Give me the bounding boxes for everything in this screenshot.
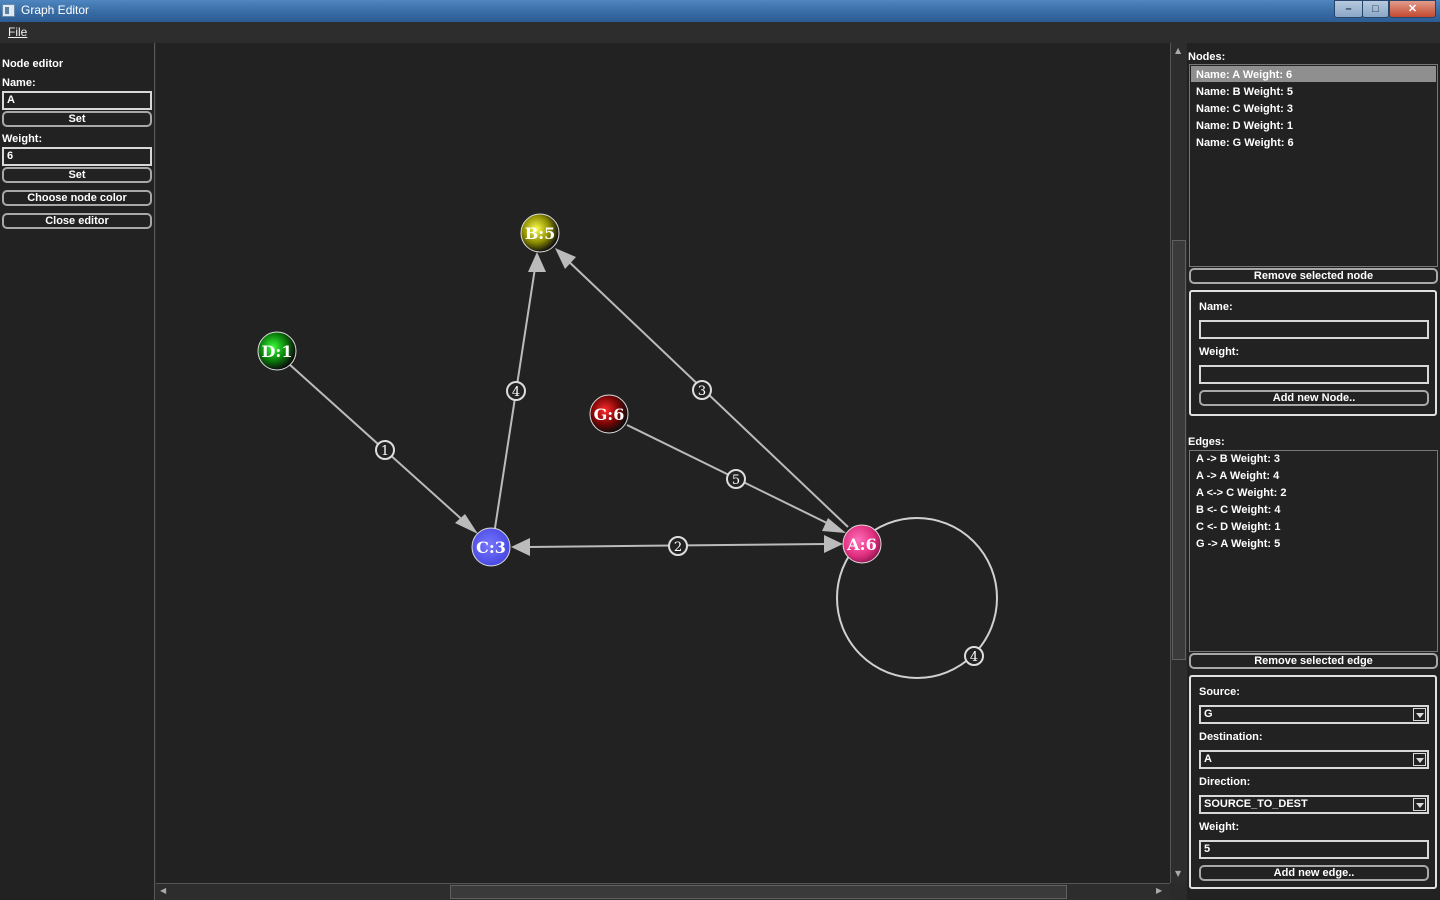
edge-weight-label: 3 — [698, 384, 706, 399]
node-weight-input[interactable]: 6 — [2, 147, 152, 166]
node-list-item[interactable]: Name: B Weight: 5 — [1196, 86, 1293, 98]
choose-node-color-button[interactable]: Choose node color — [2, 190, 152, 206]
graph-svg[interactable]: 1 4 3 5 2 4 B:5 D:1 G:6 C:3 A:6 — [156, 43, 1170, 883]
set-name-button[interactable]: Set — [2, 111, 152, 127]
scroll-right-icon[interactable]: ▶ — [1156, 886, 1162, 895]
direction-select[interactable]: SOURCE_TO_DEST — [1199, 795, 1429, 814]
source-select-value: G — [1204, 708, 1213, 720]
horizontal-scroll-thumb[interactable] — [450, 885, 1067, 899]
node-weight-label: Weight: — [2, 133, 43, 145]
destination-select[interactable]: A — [1199, 750, 1429, 769]
scroll-down-icon[interactable]: ▼ — [1175, 869, 1181, 878]
edge-weight-label: 4 — [512, 385, 520, 400]
new-node-weight-input[interactable] — [1199, 365, 1429, 384]
node-editor-heading: Node editor — [2, 58, 64, 70]
edge-list-item[interactable]: A -> B Weight: 3 — [1196, 453, 1280, 465]
remove-selected-node-button[interactable]: Remove selected node — [1189, 268, 1438, 284]
node-a[interactable]: A:6 — [842, 524, 882, 564]
chevron-down-icon[interactable] — [1413, 798, 1426, 811]
node-label: C:3 — [476, 538, 506, 557]
app-icon — [2, 4, 15, 17]
edge-list-item[interactable]: A <-> C Weight: 2 — [1196, 487, 1286, 499]
add-edge-form: Source: G Destination: A Direction: SOUR… — [1189, 675, 1437, 889]
maximize-button[interactable]: □ — [1362, 0, 1389, 18]
edges-list[interactable]: A -> B Weight: 3 A -> A Weight: 4 A <-> … — [1189, 450, 1438, 652]
canvas-horizontal-scrollbar[interactable]: ◀ ▶ — [156, 883, 1170, 900]
edge-g-a[interactable]: 5 — [626, 424, 846, 533]
node-label: D:1 — [262, 342, 293, 361]
node-c[interactable]: C:3 — [471, 527, 511, 567]
title-bar: Graph Editor – □ ✕ — [0, 0, 1440, 22]
edge-list-item[interactable]: A -> A Weight: 4 — [1196, 470, 1279, 482]
scroll-up-icon[interactable]: ▲ — [1175, 46, 1181, 55]
node-list-item[interactable]: Name: G Weight: 6 — [1196, 137, 1294, 149]
graph-canvas[interactable]: 1 4 3 5 2 4 B:5 D:1 G:6 C:3 A:6 — [156, 43, 1170, 883]
node-g[interactable]: G:6 — [589, 394, 629, 434]
edge-c-b[interactable]: 4 — [494, 252, 546, 529]
canvas-vertical-scrollbar[interactable]: ▲ ▼ — [1170, 43, 1187, 883]
window-title: Graph Editor — [21, 3, 90, 17]
menu-bar: File — [0, 22, 1440, 43]
node-label: A:6 — [846, 535, 876, 554]
vertical-scroll-thumb[interactable] — [1172, 240, 1186, 660]
chevron-down-icon[interactable] — [1413, 708, 1426, 721]
new-node-name-input[interactable] — [1199, 320, 1429, 339]
graph-data-panel: Nodes: Name: A Weight: 6 Name: B Weight:… — [1187, 43, 1440, 900]
edge-a-b[interactable]: 3 — [555, 248, 849, 528]
add-new-node-button[interactable]: Add new Node.. — [1199, 390, 1429, 406]
nodes-list[interactable]: Name: A Weight: 6 Name: B Weight: 5 Name… — [1189, 64, 1438, 267]
direction-label: Direction: — [1199, 776, 1251, 788]
node-list-item[interactable]: Name: A Weight: 6 — [1196, 69, 1292, 81]
edge-weight-input[interactable]: 5 — [1199, 840, 1429, 859]
nodes-label: Nodes: — [1188, 51, 1226, 63]
node-list-item[interactable]: Name: C Weight: 3 — [1196, 103, 1293, 115]
add-new-edge-button[interactable]: Add new edge.. — [1199, 865, 1429, 881]
destination-label: Destination: — [1199, 731, 1263, 743]
node-label: G:6 — [594, 405, 625, 424]
edge-a-c[interactable]: 2 — [511, 535, 843, 556]
edge-list-item[interactable]: B <- C Weight: 4 — [1196, 504, 1280, 516]
node-list-item[interactable]: Name: D Weight: 1 — [1196, 120, 1293, 132]
edges-label: Edges: — [1188, 436, 1225, 448]
source-label: Source: — [1199, 686, 1240, 698]
edge-list-item[interactable]: G -> A Weight: 5 — [1196, 538, 1280, 550]
new-node-weight-label: Weight: — [1199, 346, 1240, 358]
edge-weight-field-label: Weight: — [1199, 821, 1240, 833]
node-label: B:5 — [525, 224, 556, 243]
add-node-form: Name: Weight: Add new Node.. — [1189, 290, 1437, 416]
scroll-left-icon[interactable]: ◀ — [160, 886, 166, 895]
remove-selected-edge-button[interactable]: Remove selected edge — [1189, 653, 1438, 669]
source-select[interactable]: G — [1199, 705, 1429, 724]
node-editor-panel: Node editor Name: A Set Weight: 6 Set Ch… — [0, 43, 155, 900]
destination-select-value: A — [1204, 753, 1212, 765]
edge-weight-label: 2 — [674, 540, 682, 555]
edge-d-c[interactable]: 1 — [288, 363, 478, 534]
menu-file[interactable]: File — [8, 25, 27, 39]
new-node-name-label: Name: — [1199, 301, 1233, 313]
node-name-label: Name: — [2, 77, 36, 89]
edge-weight-label: 5 — [732, 473, 740, 488]
direction-select-value: SOURCE_TO_DEST — [1204, 798, 1308, 810]
node-b[interactable]: B:5 — [520, 213, 560, 253]
node-name-input[interactable]: A — [2, 91, 152, 110]
close-window-button[interactable]: ✕ — [1389, 0, 1436, 18]
edge-weight-label: 1 — [381, 444, 389, 459]
node-d[interactable]: D:1 — [257, 331, 297, 371]
chevron-down-icon[interactable] — [1413, 753, 1426, 766]
edge-list-item[interactable]: C <- D Weight: 1 — [1196, 521, 1280, 533]
close-editor-button[interactable]: Close editor — [2, 213, 152, 229]
edge-weight-label: 4 — [970, 650, 978, 665]
set-weight-button[interactable]: Set — [2, 167, 152, 183]
minimize-button[interactable]: – — [1334, 0, 1363, 18]
